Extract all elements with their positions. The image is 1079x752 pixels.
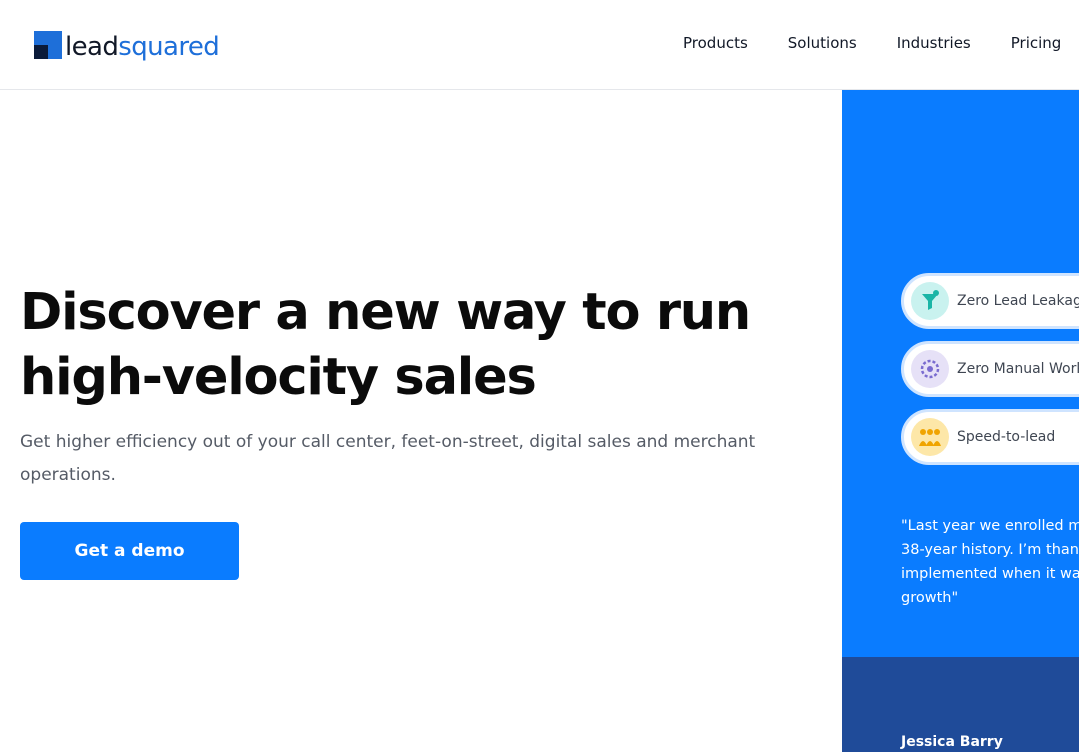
hero-subtitle: Get higher efficiency out of your call c… (20, 426, 800, 492)
quote-line: "Last year we enrolled mo (901, 518, 1079, 534)
logo-mark-icon (34, 31, 62, 59)
nav-industries[interactable]: Industries (897, 34, 971, 52)
hero-title: Discover a new way to run high-velocity … (20, 280, 820, 410)
nav-products[interactable]: Products (683, 34, 748, 52)
hero-subtitle-line-1: Get higher efficiency out of your call c… (20, 432, 756, 452)
quote-line: implemented when it was (901, 566, 1079, 582)
logo-text-lead: lead (65, 32, 119, 62)
feature-pill-speed-to-lead: Speed-to-lead (901, 409, 1079, 465)
gears-icon (911, 350, 949, 388)
nav-solutions[interactable]: Solutions (788, 34, 857, 52)
logo-text-squared: squared (118, 32, 220, 62)
funnel-icon (911, 282, 949, 320)
feature-label: Zero Manual Work (957, 361, 1079, 377)
feature-pill-zero-manual-work: Zero Manual Work (901, 341, 1079, 397)
leadsquared-logo[interactable]: leadsquared (34, 28, 220, 64)
main-nav: Products Solutions Industries Pricing (683, 34, 1061, 52)
quote-line: 38-year history. I’m thankf (901, 542, 1079, 558)
hero-title-line-1: Discover a new way to run (20, 283, 751, 342)
nav-pricing[interactable]: Pricing (1011, 34, 1062, 52)
feature-panel: Zero Lead Leakag Zero Manual Work Speed-… (842, 90, 1079, 657)
quote-line: growth" (901, 590, 959, 606)
hero-title-line-2: high-velocity sales (20, 348, 537, 407)
feature-label: Speed-to-lead (957, 429, 1056, 445)
logo-wordmark: leadsquared (65, 32, 220, 64)
get-demo-button[interactable]: Get a demo (20, 522, 239, 580)
feature-pill-zero-lead-leakage: Zero Lead Leakag (901, 273, 1079, 329)
testimonial-author-section: Jessica Barry (842, 657, 1079, 752)
testimonial-quote: "Last year we enrolled mo 38-year histor… (901, 514, 1079, 610)
site-header: leadsquared Products Solutions Industrie… (0, 0, 1079, 90)
hero-subtitle-line-2: operations. (20, 465, 116, 485)
people-icon (911, 418, 949, 456)
testimonial-author: Jessica Barry (901, 734, 1003, 750)
feature-label: Zero Lead Leakag (957, 293, 1079, 309)
